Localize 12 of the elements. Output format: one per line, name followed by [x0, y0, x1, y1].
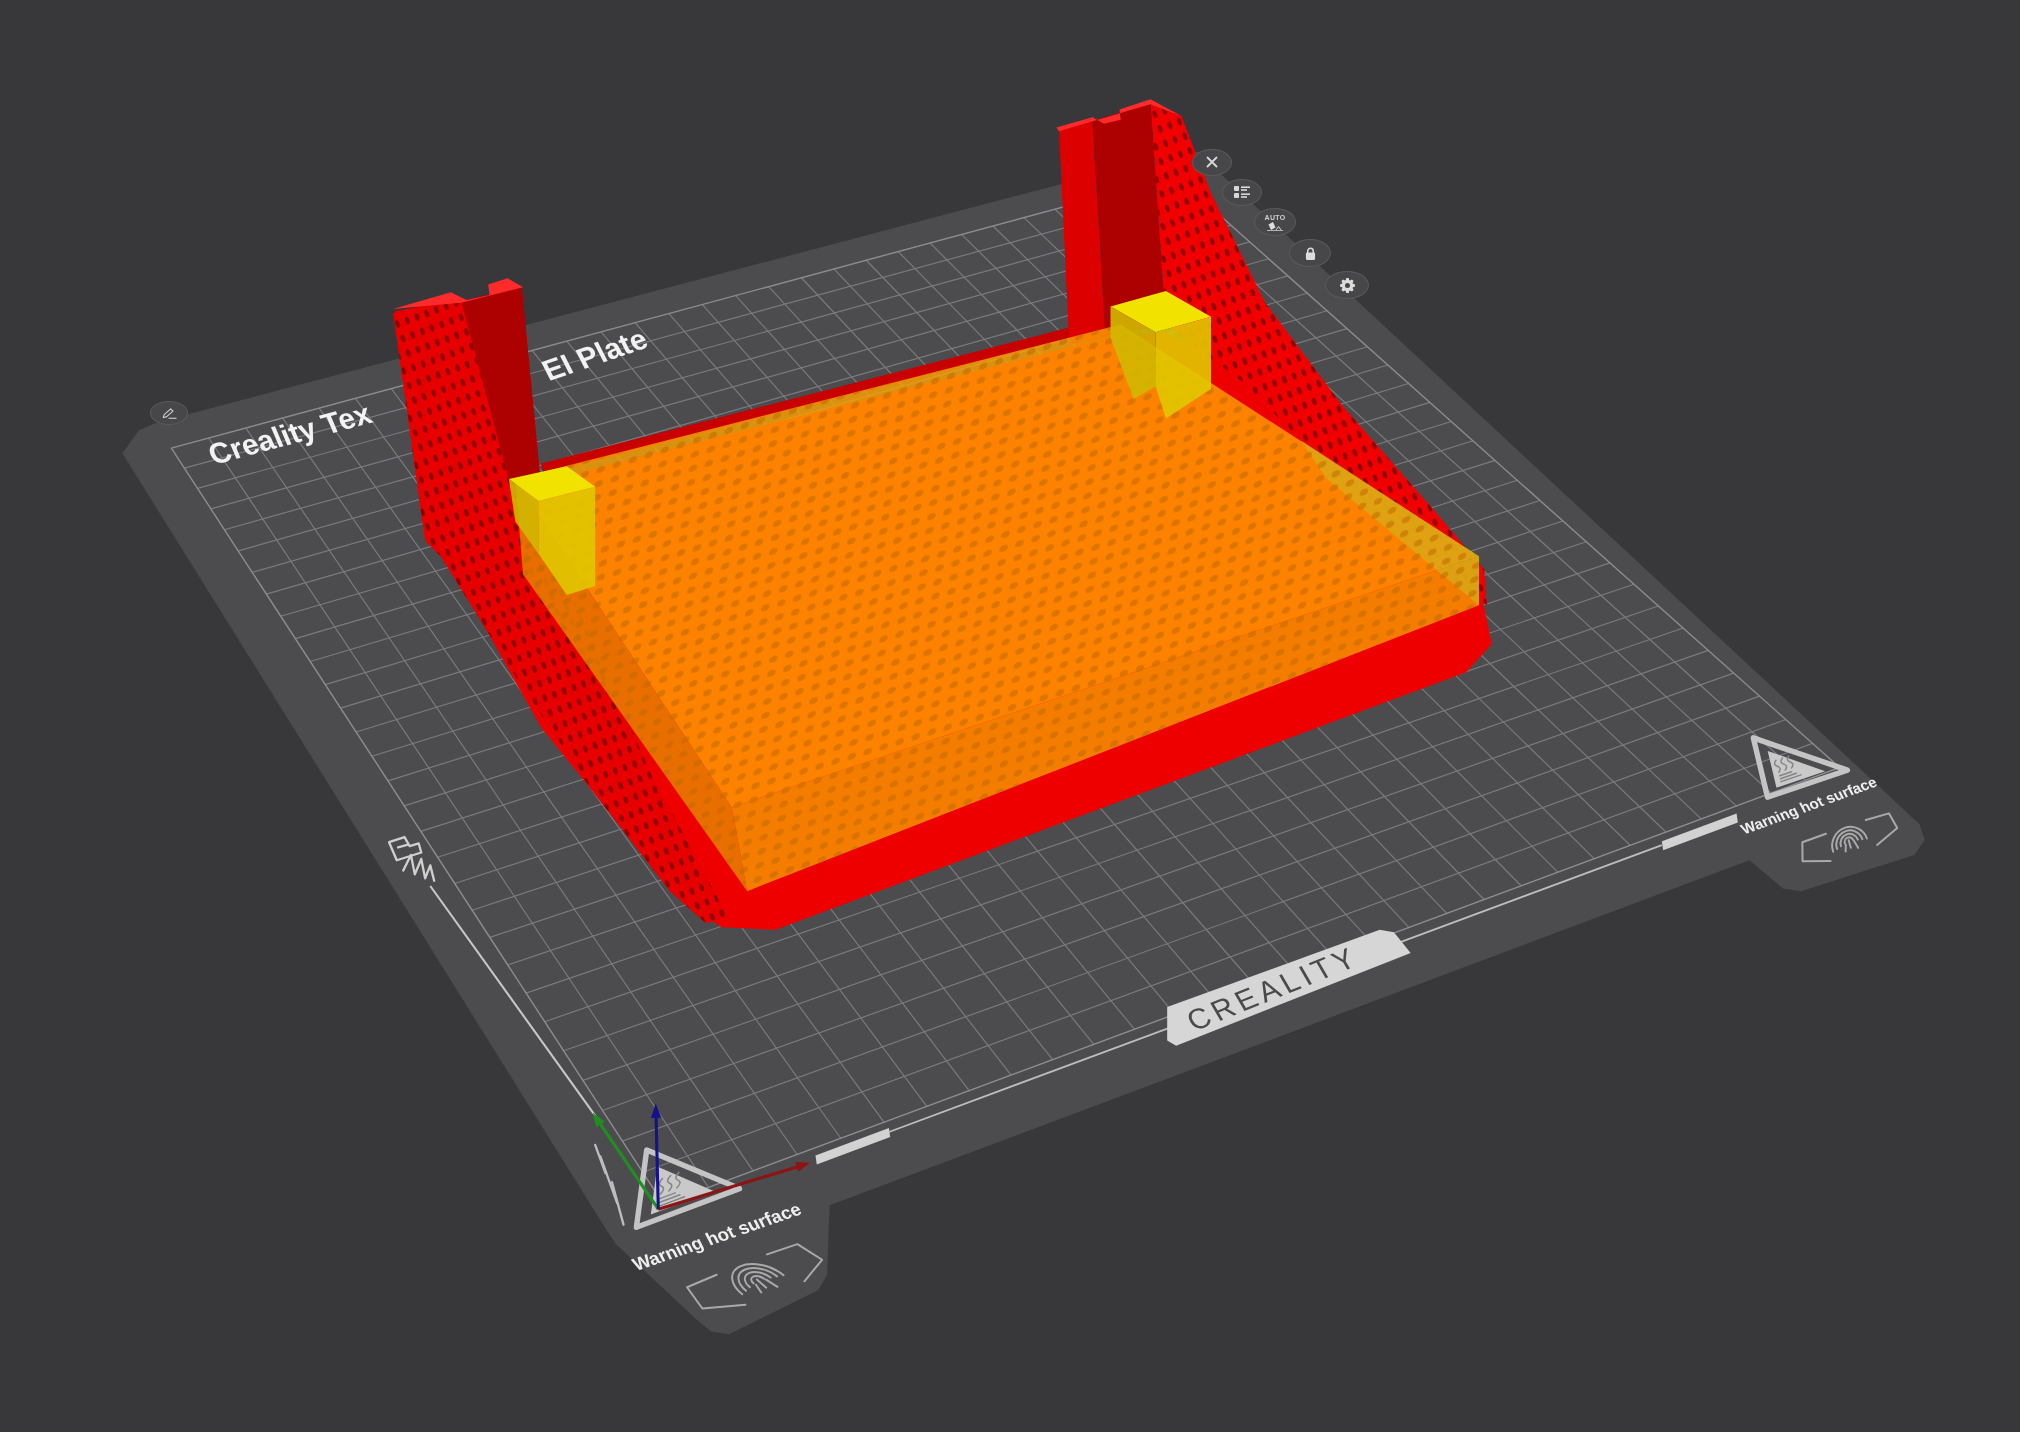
shapes-icon — [1267, 221, 1283, 231]
plate-name-text: EI Plate — [536, 322, 653, 387]
stripes-icon — [594, 1143, 625, 1226]
pencil-icon — [161, 407, 177, 419]
close-icon — [1206, 156, 1218, 168]
warning-label: Warning hot surface — [628, 1198, 805, 1275]
fingerprint-icon — [1801, 812, 1899, 863]
settings-icon — [1339, 277, 1355, 293]
plate-name-text: Creality Tex — [203, 397, 377, 471]
lock-icon — [1304, 246, 1316, 260]
list-icon — [1234, 186, 1250, 198]
emblem-icon — [387, 835, 436, 882]
